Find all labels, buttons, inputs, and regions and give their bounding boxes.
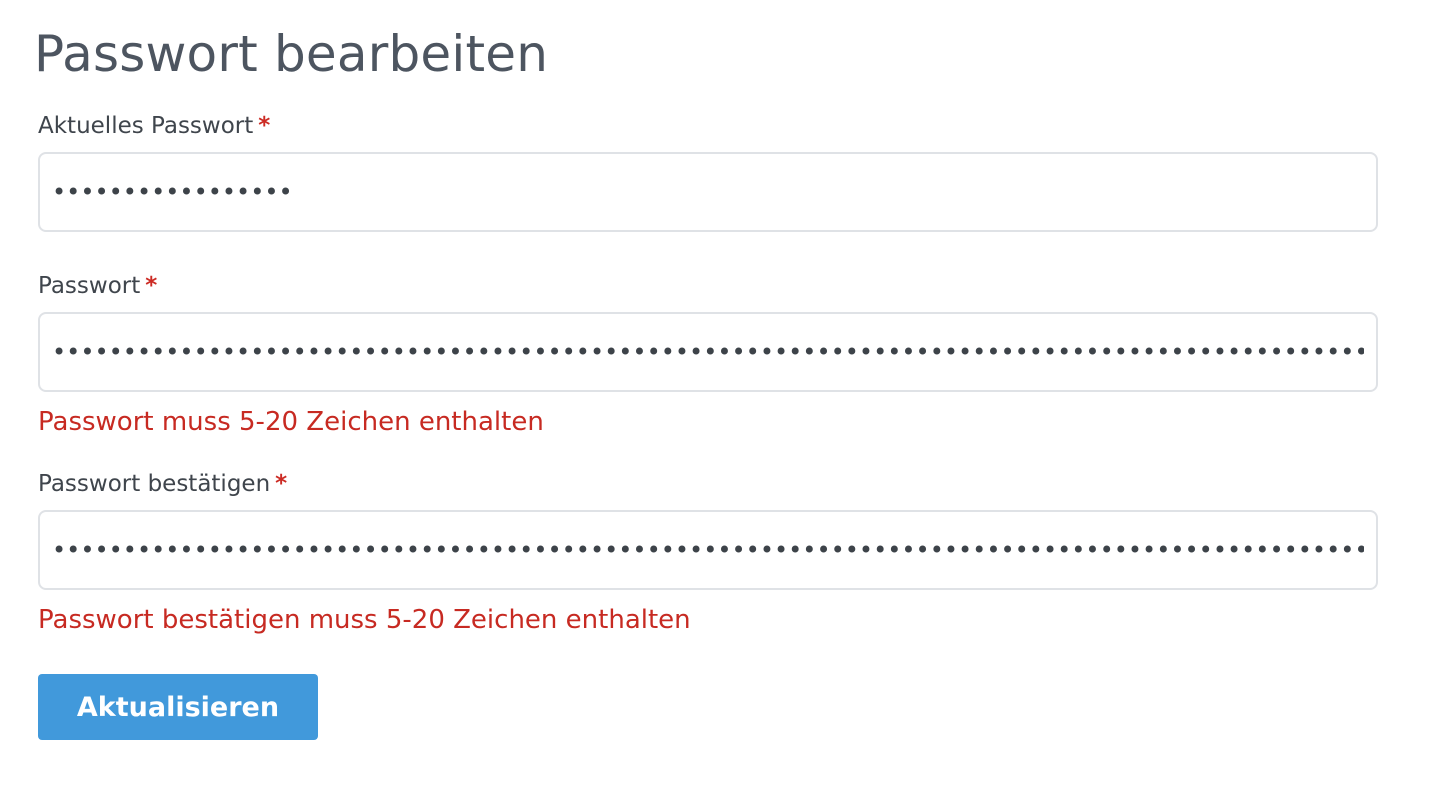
- required-asterisk: *: [145, 273, 158, 299]
- password-field[interactable]: [38, 312, 1378, 392]
- update-button[interactable]: Aktualisieren: [38, 674, 318, 740]
- required-asterisk: *: [258, 113, 271, 139]
- current-password-label: Aktuelles Passwort *: [38, 111, 270, 141]
- current-password-field[interactable]: [38, 152, 1378, 232]
- password-confirm-label-text: Passwort bestätigen: [38, 471, 271, 497]
- password-confirm-label: Passwort bestätigen *: [38, 469, 287, 499]
- password-label: Passwort *: [38, 271, 157, 301]
- password-confirm-error-message: Passwort bestätigen muss 5-20 Zeichen en…: [38, 605, 691, 635]
- password-error-message: Passwort muss 5-20 Zeichen enthalten: [38, 407, 544, 437]
- page-title: Passwort bearbeiten: [34, 25, 549, 83]
- password-confirm-input[interactable]: [40, 512, 1376, 588]
- current-password-label-text: Aktuelles Passwort: [38, 113, 254, 139]
- password-confirm-field[interactable]: [38, 510, 1378, 590]
- current-password-input[interactable]: [40, 154, 1376, 230]
- required-asterisk: *: [275, 471, 288, 497]
- edit-password-form: Passwort bearbeiten Aktuelles Passwort * …: [0, 0, 1446, 794]
- password-input[interactable]: [40, 314, 1376, 390]
- password-label-text: Passwort: [38, 273, 141, 299]
